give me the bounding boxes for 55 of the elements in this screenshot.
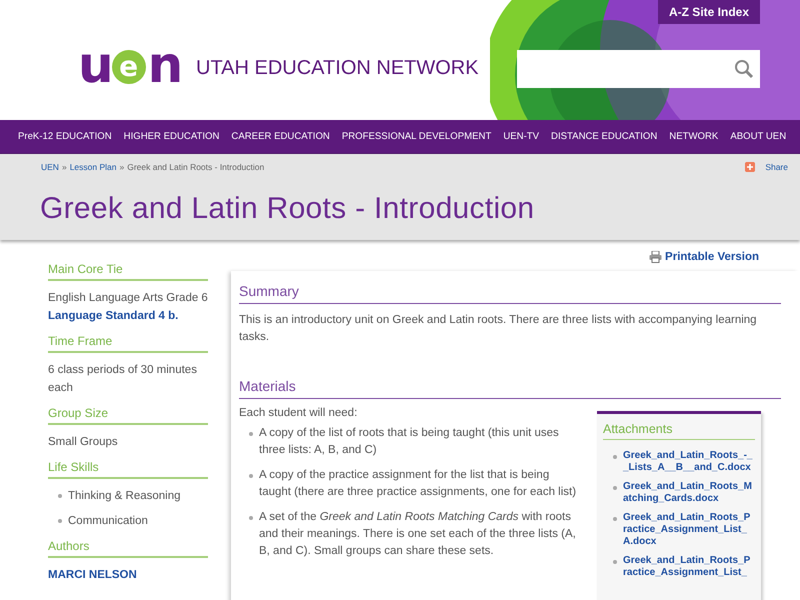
materials-intro: Each student will need: (239, 407, 358, 419)
page-title: Greek and Latin Roots - Introduction (40, 192, 536, 226)
summary-text: This is an introductory unit on Greek and Latin roots. There are three lists with accompanying learning tasks. (239, 313, 758, 345)
sidebar-list-item: Communication (68, 514, 148, 529)
printer-icon[interactable] (649, 251, 662, 263)
nav-link[interactable]: PreK-12 EDUCATION (12, 131, 118, 142)
bullet-icon (249, 432, 253, 436)
bullet-icon (613, 560, 617, 564)
breadcrumb-current: Greek and Latin Roots - Introduction (127, 162, 264, 172)
sidebar-heading: Life Skills (48, 460, 208, 479)
attachment-link[interactable]: Greek_and_Latin_Roots_-__Lists_A__B__and_C.docx (623, 450, 753, 474)
section-heading: Summary (239, 283, 781, 304)
sidebar-link[interactable]: MARCI NELSON (48, 566, 208, 584)
search-field[interactable] (517, 50, 760, 88)
printable-version-link[interactable]: Printable Version (665, 251, 759, 263)
nav-link[interactable]: CAREER EDUCATION (225, 131, 336, 142)
bullet-icon (249, 474, 253, 478)
attachment-link[interactable]: Greek_and_Latin_Roots_Practice_Assignment_List_ (623, 555, 753, 579)
sidebar-heading: Authors (48, 539, 208, 558)
sidebar-link[interactable]: Language Standard 4 b. (48, 307, 208, 325)
breadcrumb-separator: » (119, 162, 124, 172)
sidebar-heading: Main Core Tie (48, 262, 208, 281)
sidebar-heading: Time Frame (48, 334, 208, 353)
nav-link[interactable]: HIGHER EDUCATION (118, 131, 226, 142)
attachments-heading: Attachments (603, 422, 755, 440)
bullet-icon (58, 519, 62, 523)
site-index-button[interactable]: A-Z Site Index (658, 0, 760, 24)
breadcrumb-separator: » (62, 162, 67, 172)
sidebar-text: English Language Arts Grade 6 (48, 291, 208, 306)
sidebar-text: 6 class periods of 30 minutes each (48, 363, 198, 396)
material-item: A set of the Greek and Latin Roots Matching Cards with roots and their meanings. There is one set each of the three lists (A, B, and C). Small groups can share these sets. (259, 510, 577, 559)
search-icon[interactable] (734, 59, 754, 79)
nav-link[interactable]: DISTANCE EDUCATION (545, 131, 664, 142)
breadcrumb-link[interactable]: Lesson Plan (70, 162, 116, 172)
nav-link[interactable]: UEN-TV (497, 131, 546, 142)
share-link[interactable]: Share (765, 162, 788, 172)
attachment-link[interactable]: Greek_and_Latin_Roots_Practice_Assignment_List_A.docx (623, 512, 753, 548)
breadcrumb-link[interactable]: UEN (41, 162, 59, 172)
sidebar-heading: Group Size (48, 406, 208, 425)
bullet-icon (613, 455, 617, 459)
attachment-link[interactable]: Greek_and_Latin_Roots_Matching_Cards.docx (623, 481, 753, 505)
nav-link[interactable]: NETWORK (663, 131, 724, 142)
bullet-icon (249, 516, 253, 520)
sidebar-text: Small Groups (48, 435, 119, 450)
material-item: A copy of the list of roots that is being taught (this unit uses three lists: A, B, and C) (259, 426, 560, 458)
nav-link[interactable]: PROFESSIONAL DEVELOPMENT (336, 131, 498, 142)
bullet-icon (613, 486, 617, 490)
section-heading: Materials (239, 378, 781, 399)
plus-icon[interactable] (745, 162, 756, 172)
bullet-icon (613, 517, 617, 521)
nav-link[interactable]: ABOUT UEN (724, 131, 792, 142)
bullet-icon (58, 494, 62, 498)
sidebar-list-item: Thinking & Reasoning (68, 489, 181, 504)
material-item: A copy of the practice assignment for the list that is being taught (there are three practice assignments, one for each list) (259, 468, 578, 500)
site-name: UTAH EDUCATION NETWORK (196, 57, 479, 80)
